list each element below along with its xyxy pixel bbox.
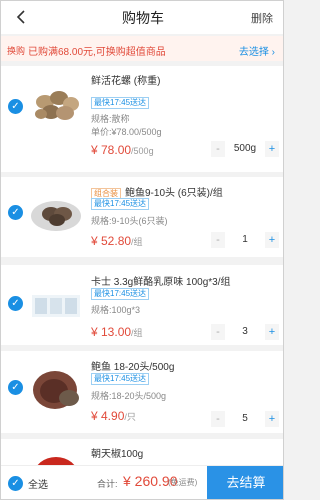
item-name: 朝天椒100g [91,449,144,460]
increase-button[interactable]: + [265,232,279,248]
item-checkbox[interactable]: ✓ [8,380,23,395]
checkout-bar: ✓ 全选 合计: ¥ 260.90 (免运费) 去结算 [1,465,283,499]
item-price: ¥ 13.00/组 [91,325,143,339]
header: 购物车 删除 [1,1,283,34]
decrease-button[interactable]: - [211,141,225,157]
item-name: 鲍鱼 18-20头/500g [91,362,175,373]
item-spec: 规格:9-10头(6只装) [91,216,168,226]
delivery-badge: 最快17:45送达 [91,97,150,109]
item-spec: 规格:100g*3 [91,305,141,315]
item-spec: 规格:散称 [91,114,130,124]
item-checkbox[interactable]: ✓ [8,296,23,311]
quantity-value[interactable]: 1 [225,232,265,248]
cart-item: ✓ 鲍鱼 18-20头/500g 最快17:45送达 规格:18-20头/500… [1,351,283,433]
delivery-badge: 最快17:45送达 [91,198,150,210]
quantity-stepper: - 5 + [211,411,279,427]
item-name: 卡士 3.3g鲜酪乳原味 100g*3/组 [91,277,231,288]
increase-button[interactable]: + [265,324,279,340]
quantity-value[interactable]: 3 [225,324,265,340]
checkout-button[interactable]: 去结算 [207,466,283,499]
cart-screen: 购物车 删除 换购 已购满68.00元,可换购超值商品 去选择 › ✓ 鲜活花螺… [0,0,284,500]
item-unit-price: 单价:¥78.00/500g [91,127,162,137]
item-spec: 规格:18-20头/500g [91,391,167,401]
select-all-checkbox[interactable]: ✓ [8,476,23,491]
abalone-image [33,371,79,409]
item-price: ¥ 4.90/只 [91,409,136,423]
quantity-stepper: - 500g + [211,141,279,157]
decrease-button[interactable]: - [211,411,225,427]
quantity-stepper: - 3 + [211,324,279,340]
increase-button[interactable]: + [265,411,279,427]
delete-button[interactable]: 删除 [251,10,273,26]
snail-image [35,91,79,120]
decrease-button[interactable]: - [211,232,225,248]
item-checkbox[interactable]: ✓ [8,205,23,220]
shipping-note: (免运费) [168,478,198,487]
decrease-button[interactable]: - [211,324,225,340]
item-name: 组合装 鲍鱼9-10头 (6只装)/组 [91,184,223,199]
item-price: ¥ 78.00/500g [91,143,154,157]
delivery-badge: 最快17:45送达 [91,373,150,385]
quantity-value[interactable]: 500g [225,141,265,157]
cart-item: ✓ 鲜活花螺 (称重) 最快17:45送达 规格:散称 单价:¥78.00/50… [1,66,283,172]
yogurt-image [32,295,80,317]
item-price: ¥ 52.80/组 [91,234,143,248]
cart-item: ✓ 组合装 鲍鱼9-10头 (6只装)/组 最快17:45送达 规格:9-10头(… [1,177,283,257]
cart-item: ✓ 卡士 3.3g鲜酪乳原味 100g*3/组 最快17:45送达 规格:100… [1,265,283,345]
item-name: 鲜活花螺 (称重) [91,76,161,87]
total-label: 合计: [97,479,118,489]
increase-button[interactable]: + [265,141,279,157]
item-checkbox[interactable]: ✓ [8,99,23,114]
quantity-stepper: - 1 + [211,232,279,248]
choose-link[interactable]: 去选择 › [239,43,275,58]
delivery-badge: 最快17:45送达 [91,288,150,300]
select-all-label[interactable]: 全选 [28,476,48,491]
promo-text: 已购满68.00元,可换购超值商品 [28,47,166,58]
page-title: 购物车 [122,10,164,26]
quantity-value[interactable]: 5 [225,411,265,427]
promo-bar[interactable]: 换购 已购满68.00元,可换购超值商品 去选择 › [1,36,283,61]
promo-tag: 换购 [7,46,26,56]
abalone-image [31,201,81,231]
